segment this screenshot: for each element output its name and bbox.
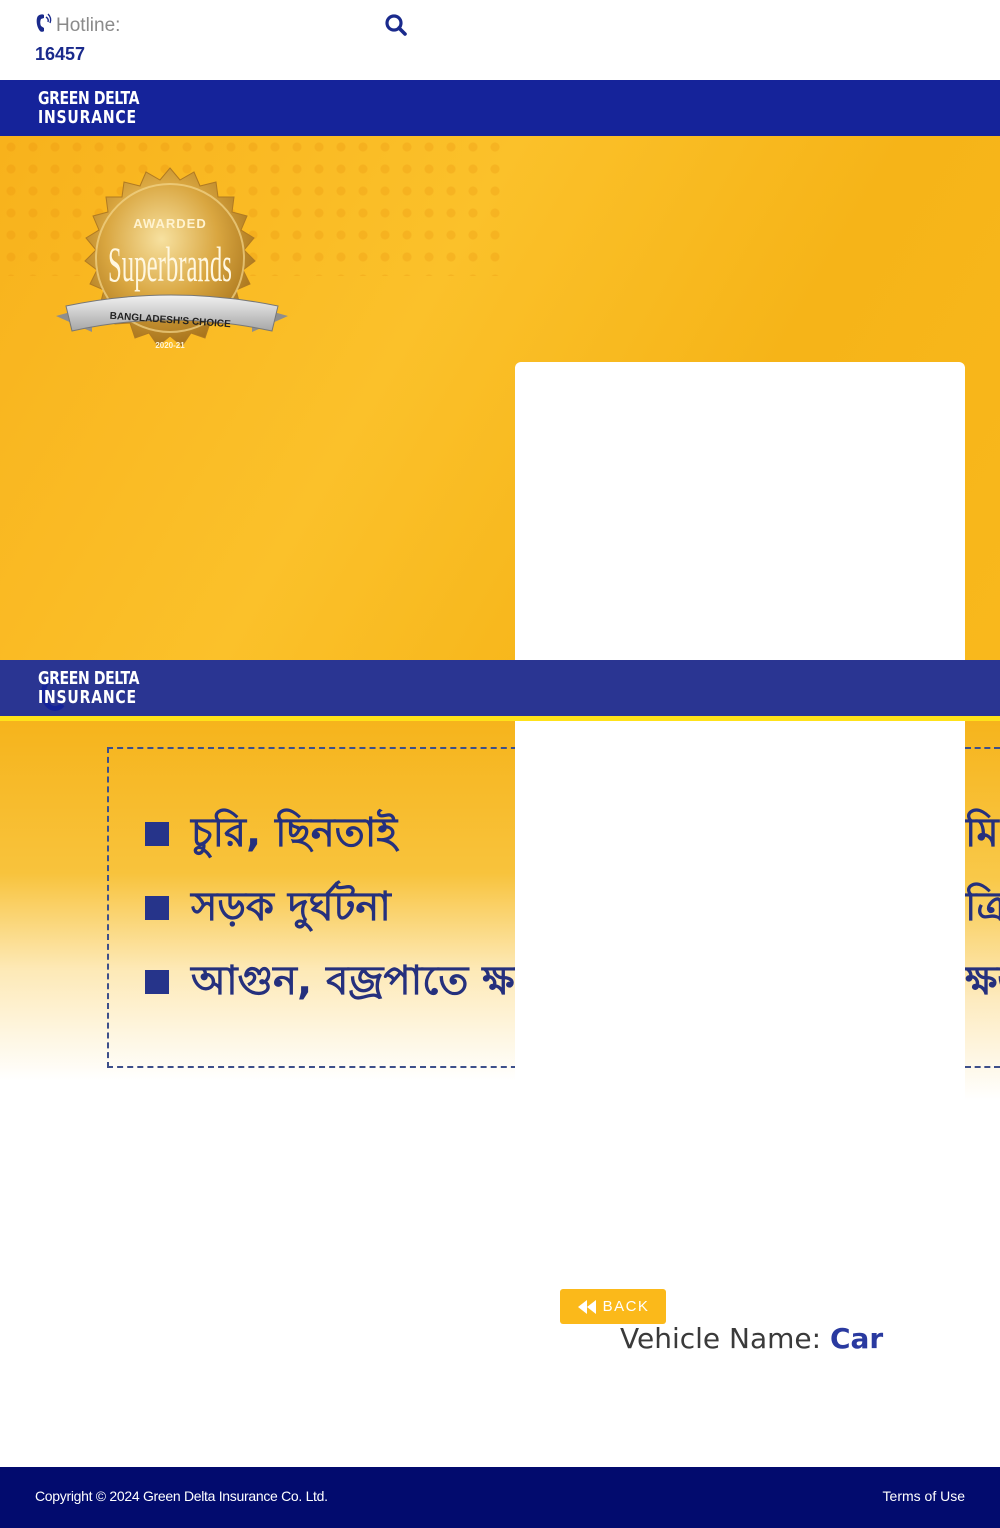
- search-icon: [385, 14, 407, 36]
- hotline-number[interactable]: 16457: [35, 44, 85, 65]
- banner-logo-text: GREEN DELTA INSURANCE: [38, 669, 139, 707]
- coverage-banner: চুরি, ছিনতাই সড়ক দুর্ঘটনা আগুন, বজ্রপাত…: [0, 721, 1000, 1141]
- vehicle-name: Vehicle Name: Car: [620, 1322, 883, 1355]
- backward-icon: [577, 1299, 596, 1314]
- coverage-item: চুরি, ছিনতাই: [145, 797, 515, 871]
- banner-center-card: [515, 721, 965, 1121]
- badge-title: Superbrands: [108, 237, 232, 293]
- badge-year: 2020-21: [155, 341, 185, 350]
- vehicle-name-label: Vehicle Name:: [620, 1322, 822, 1355]
- back-button-label: BACK: [602, 1298, 650, 1315]
- logo-text: GREEN DELTA INSURANCE: [38, 89, 139, 127]
- coverage-list: চুরি, ছিনতাই সড়ক দুর্ঘটনা আগুন, বজ্রপাত…: [145, 797, 515, 1019]
- logo-line-1: GREEN DELTA: [38, 88, 140, 109]
- coverage-item-right: ত্রি: [965, 883, 1000, 930]
- banner-logo: GREEN DELTA INSURANCE: [35, 667, 167, 711]
- logo-line-2: INSURANCE: [38, 107, 137, 128]
- back-button[interactable]: BACK: [560, 1289, 666, 1324]
- hotline: Hotline:: [35, 12, 120, 37]
- search-button[interactable]: [383, 12, 409, 38]
- vehicle-name-value: Car: [829, 1322, 884, 1355]
- banner-header: GREEN DELTA INSURANCE: [0, 660, 1000, 716]
- top-bar: Hotline: 16457: [0, 0, 1000, 80]
- coverage-item-right: ক্ষত: [965, 957, 1000, 1004]
- coverage-item-right: মি: [965, 809, 999, 856]
- terms-of-use-link[interactable]: Terms of Use: [883, 1488, 965, 1504]
- banner-logo-line-1: GREEN DELTA: [38, 668, 140, 689]
- navbar: GREEN DELTA INSURANCE: [0, 80, 1000, 136]
- banner-logo-line-2: INSURANCE: [38, 687, 137, 708]
- coverage-list-right: মি ত্রি ক্ষত: [965, 797, 1000, 1019]
- superbrands-badge: AWARDED Superbrands BANGLADESH'S CHOICE …: [56, 167, 288, 350]
- brand-logo[interactable]: GREEN DELTA INSURANCE: [35, 87, 167, 131]
- copyright-text: Copyright © 2024 Green Delta Insurance C…: [35, 1488, 328, 1504]
- phone-icon: [36, 13, 52, 32]
- coverage-item: সড়ক দুর্ঘটনা: [145, 871, 515, 945]
- footer: Copyright © 2024 Green Delta Insurance C…: [0, 1467, 1000, 1528]
- hero-card: [515, 362, 965, 660]
- coverage-item: আগুন, বজ্রপাতে ক্ষতি: [145, 945, 515, 1019]
- hotline-label: Hotline:: [56, 15, 121, 36]
- badge-top-text: AWARDED: [133, 216, 206, 231]
